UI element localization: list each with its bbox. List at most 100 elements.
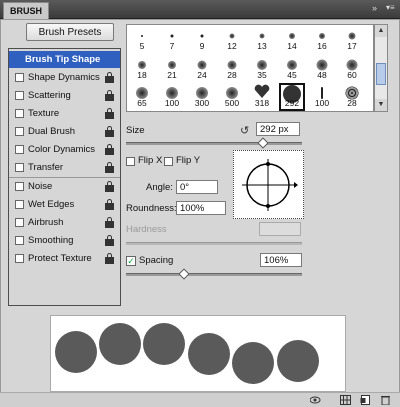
trash-icon[interactable] xyxy=(380,395,391,405)
brush-tip-cell[interactable]: 100 xyxy=(309,83,335,111)
brush-size-label: 17 xyxy=(347,41,357,51)
lock-icon[interactable] xyxy=(105,90,114,101)
brush-tip-cell-selected[interactable]: 292 xyxy=(279,83,305,111)
lock-icon[interactable] xyxy=(105,217,114,228)
brush-tip-cell[interactable]: 28 xyxy=(339,83,365,111)
spacing-field[interactable]: 106% xyxy=(260,253,302,267)
hardness-slider-track xyxy=(126,242,302,245)
brush-tip-cell[interactable]: 18 xyxy=(129,55,155,83)
reset-size-icon[interactable]: ↺ xyxy=(240,124,249,137)
checkbox[interactable] xyxy=(15,218,24,227)
brush-tip-icon xyxy=(319,33,325,39)
brush-size-label: 100 xyxy=(164,98,180,108)
lock-icon[interactable] xyxy=(105,253,114,264)
checkbox[interactable] xyxy=(15,91,24,100)
lock-icon[interactable] xyxy=(105,108,114,119)
brush-tip-cell[interactable]: 300 xyxy=(189,83,215,111)
flip-y-checkbox[interactable] xyxy=(164,157,173,166)
sidebar-item-transfer[interactable]: Transfer xyxy=(9,159,120,176)
checkbox[interactable] xyxy=(15,109,24,118)
brush-tip-icon xyxy=(200,34,204,38)
checkbox[interactable] xyxy=(15,200,24,209)
sidebar-item-label: Color Dynamics xyxy=(28,144,96,155)
lock-icon[interactable] xyxy=(105,181,114,192)
checkbox[interactable] xyxy=(15,254,24,263)
sidebar-item-brush-tip-shape[interactable]: Brush Tip Shape xyxy=(9,51,120,68)
brush-tip-cell[interactable]: 7 xyxy=(159,26,185,54)
brush-size-label: 48 xyxy=(317,70,327,80)
brush-tip-cell[interactable]: 17 xyxy=(339,26,365,54)
brush-size-label: 28 xyxy=(227,70,237,80)
checkbox[interactable] xyxy=(15,236,24,245)
angle-roundness-preview[interactable] xyxy=(233,150,304,219)
flip-x-checkbox[interactable] xyxy=(126,157,135,166)
sidebar-item-wet-edges[interactable]: Wet Edges xyxy=(9,196,120,213)
sidebar-item-airbrush[interactable]: Airbrush xyxy=(9,214,120,231)
panel-menu-icon[interactable]: ▾≡ xyxy=(386,3,395,12)
brush-tip-cell[interactable]: 21 xyxy=(159,55,185,83)
size-label: Size xyxy=(126,125,145,136)
scroll-down-icon[interactable]: ▼ xyxy=(375,99,387,111)
sidebar-item-color-dynamics[interactable]: Color Dynamics xyxy=(9,141,120,158)
brush-size-label: 16 xyxy=(317,41,327,51)
brush-tip-icon xyxy=(141,35,143,37)
lock-icon[interactable] xyxy=(105,126,114,137)
brush-tip-cell[interactable]: 12 xyxy=(219,26,245,54)
brush-tip-cell[interactable]: 65 xyxy=(129,83,155,111)
brush-tip-cell[interactable]: 16 xyxy=(309,26,335,54)
lock-icon[interactable] xyxy=(105,144,114,155)
brush-tip-cell[interactable]: 35 xyxy=(249,55,275,83)
size-field[interactable]: 292 px xyxy=(256,122,300,136)
checkbox[interactable] xyxy=(15,127,24,136)
brush-tip-cell[interactable]: 60 xyxy=(339,55,365,83)
scroll-up-icon[interactable]: ▲ xyxy=(375,25,387,37)
brush-tip-icon xyxy=(168,61,176,69)
lock-icon[interactable] xyxy=(105,199,114,210)
roundness-field[interactable]: 100% xyxy=(176,201,226,215)
scroll-thumb[interactable] xyxy=(376,63,386,85)
spacing-checkbox[interactable]: ✓ xyxy=(126,256,136,266)
brush-dab xyxy=(188,333,230,375)
sidebar-item-smoothing[interactable]: Smoothing xyxy=(9,232,120,249)
brush-tip-icon xyxy=(197,60,207,70)
brush-tip-cell[interactable]: 9 xyxy=(189,26,215,54)
brush-tip-cell[interactable]: 28 xyxy=(219,55,245,83)
heart-brush-icon xyxy=(254,84,270,98)
hardness-label: Hardness xyxy=(126,224,167,235)
eye-brush-icon[interactable] xyxy=(310,395,321,405)
lock-icon[interactable] xyxy=(105,235,114,246)
spacing-slider-track[interactable] xyxy=(126,273,302,276)
brush-presets-button[interactable]: Brush Presets xyxy=(26,23,114,41)
brush-tip-cell[interactable]: 24 xyxy=(189,55,215,83)
sidebar-item-noise[interactable]: Noise xyxy=(9,178,120,195)
collapse-icon[interactable]: » xyxy=(372,3,377,13)
brush-tip-icon xyxy=(287,60,297,70)
brush-size-label: 500 xyxy=(224,98,240,108)
lock-icon[interactable] xyxy=(105,72,114,83)
sidebar-item-protect-texture[interactable]: Protect Texture xyxy=(9,250,120,267)
checkbox[interactable] xyxy=(15,182,24,191)
checkbox[interactable] xyxy=(15,163,24,172)
new-preset-icon[interactable] xyxy=(360,395,371,405)
brush-tip-cell[interactable]: 13 xyxy=(249,26,275,54)
sidebar-item-shape-dynamics[interactable]: Shape Dynamics xyxy=(9,69,120,86)
brush-tip-cell[interactable]: 318 xyxy=(249,83,275,111)
sidebar-item-scattering[interactable]: Scattering xyxy=(9,87,120,104)
brush-tip-cell[interactable]: 14 xyxy=(279,26,305,54)
brush-tip-cell[interactable]: 48 xyxy=(309,55,335,83)
brush-tip-cell[interactable]: 45 xyxy=(279,55,305,83)
sidebar-item-dual-brush[interactable]: Dual Brush xyxy=(9,123,120,140)
brush-tip-cell[interactable]: 500 xyxy=(219,83,245,111)
brush-tip-cell[interactable]: 100 xyxy=(159,83,185,111)
size-slider-track[interactable] xyxy=(126,142,302,145)
brush-tab[interactable]: BRUSH xyxy=(3,2,50,19)
brush-grid-scrollbar[interactable]: ▲ ▼ xyxy=(374,24,388,112)
lock-icon[interactable] xyxy=(105,162,114,173)
grid-icon[interactable] xyxy=(340,395,351,405)
brush-tip-cell[interactable]: 5 xyxy=(129,26,155,54)
sidebar-item-label: Scattering xyxy=(28,90,71,101)
sidebar-item-texture[interactable]: Texture xyxy=(9,105,120,122)
angle-field[interactable]: 0° xyxy=(176,180,218,194)
checkbox[interactable] xyxy=(15,73,24,82)
checkbox[interactable] xyxy=(15,145,24,154)
